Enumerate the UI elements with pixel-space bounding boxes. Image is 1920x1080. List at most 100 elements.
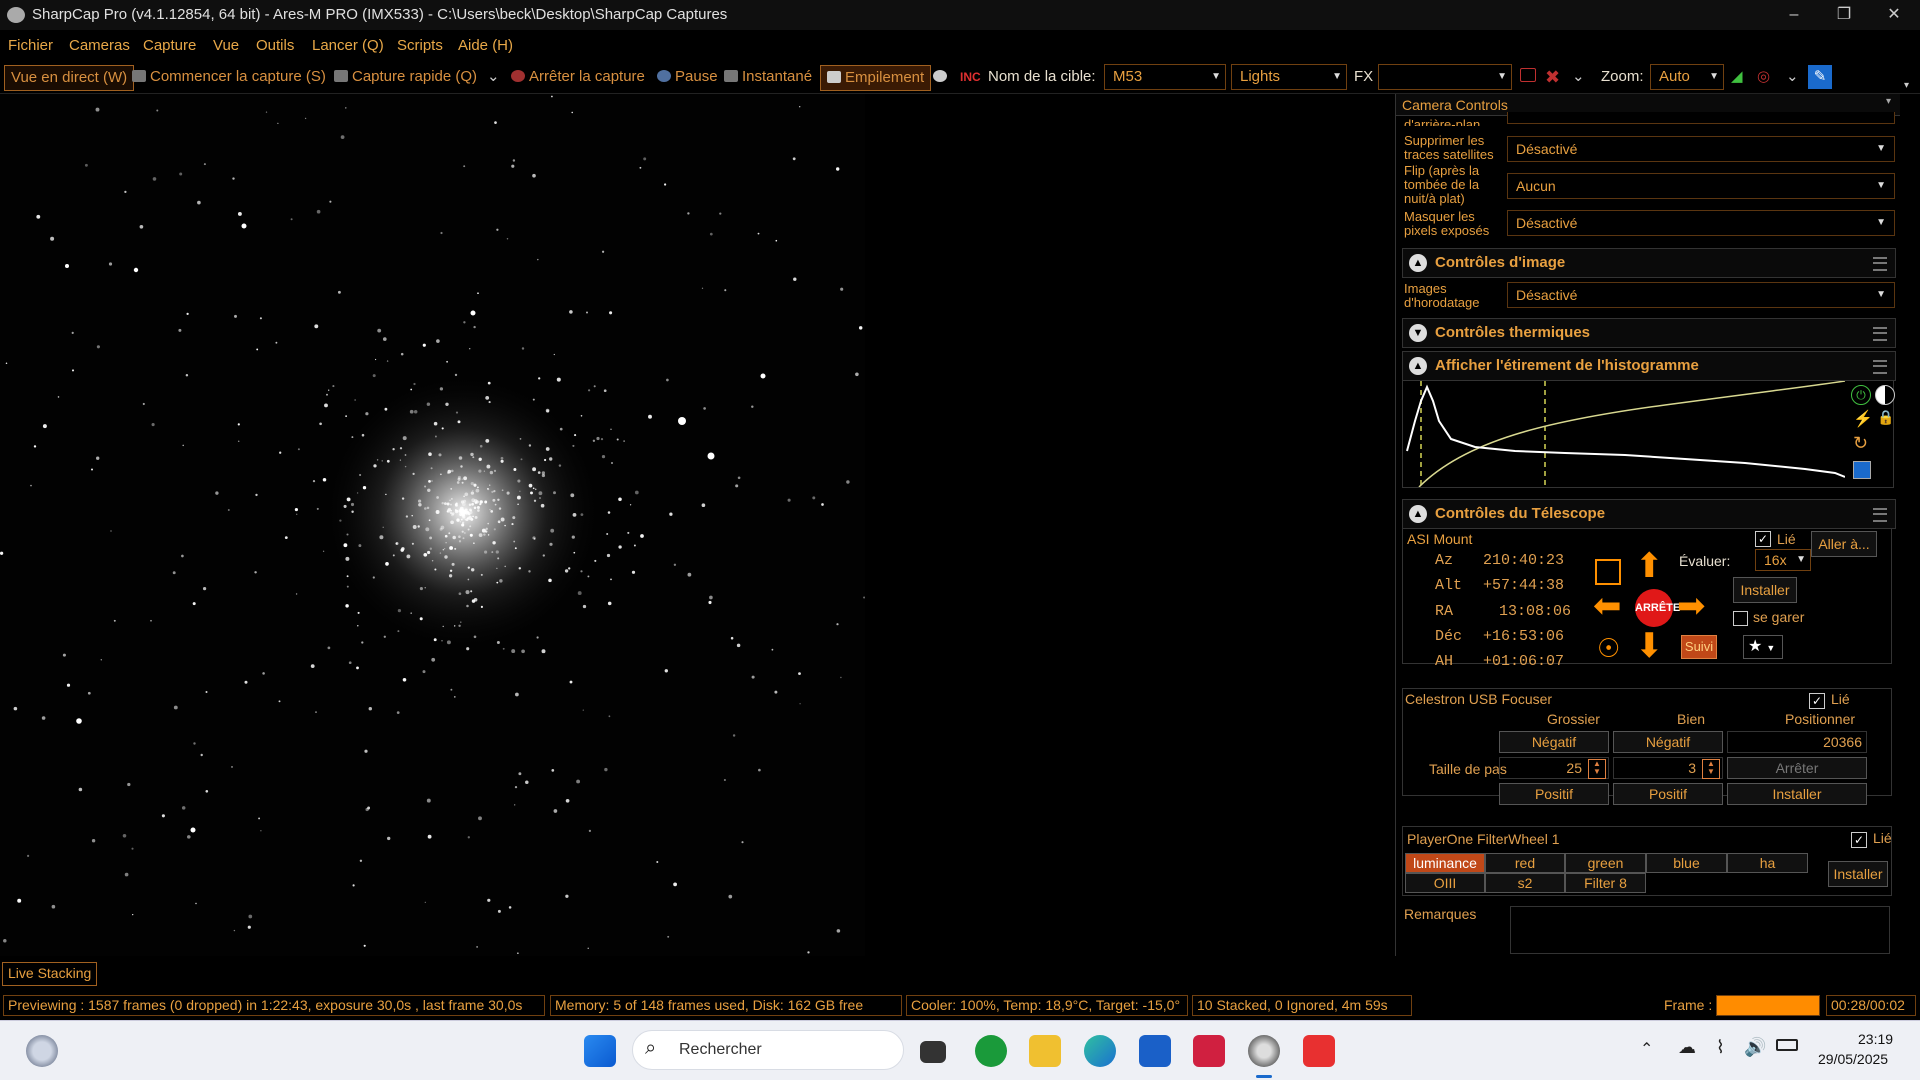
no-target-icon[interactable]: INC xyxy=(960,65,981,89)
zoom-dropdown[interactable]: Auto ▼ xyxy=(1650,64,1724,90)
menu-vue[interactable]: Vue xyxy=(213,37,239,54)
app-red-icon[interactable] xyxy=(1193,1035,1225,1067)
network-off-icon[interactable]: ☁ xyxy=(1678,1037,1696,1058)
quick-capture-button[interactable]: Capture rapide (Q) xyxy=(334,65,477,89)
reticle-icon[interactable] xyxy=(1520,65,1536,89)
clock-date[interactable]: 29/05/2025 xyxy=(1818,1051,1888,1067)
menu-capture[interactable]: Capture xyxy=(143,37,196,54)
menu-cameras[interactable]: Cameras xyxy=(69,37,130,54)
sphere-icon[interactable] xyxy=(933,65,951,89)
start-icon[interactable] xyxy=(584,1035,616,1067)
sharpcap-taskbar-icon[interactable] xyxy=(1248,1035,1280,1067)
position-field[interactable]: 20366 xyxy=(1727,731,1867,753)
menu-scripts[interactable]: Scripts xyxy=(397,37,443,54)
timestamp-select[interactable]: Désactivé ▼ xyxy=(1507,282,1895,308)
target-dropdown-icon[interactable]: ⌄ xyxy=(1786,65,1799,89)
filter-s2[interactable]: s2 xyxy=(1485,873,1565,893)
pen-icon[interactable]: ✎ xyxy=(1808,65,1832,89)
collapse-icon[interactable]: ▲ xyxy=(1409,357,1427,375)
edge-icon[interactable] xyxy=(1084,1035,1116,1067)
histogram-power-icon[interactable]: ⏻ xyxy=(1851,385,1871,405)
mount-linked-checkbox[interactable]: ✓ xyxy=(1755,531,1771,547)
crosshair-icon[interactable]: ✖ xyxy=(1545,65,1560,89)
pause-button[interactable]: Pause xyxy=(657,65,718,89)
filter-luminance[interactable]: luminance xyxy=(1405,853,1485,873)
app-green-icon[interactable] xyxy=(975,1035,1007,1067)
spinner-icon[interactable]: ▲ ▼ xyxy=(1702,759,1720,779)
live-stacking-tab[interactable]: Live Stacking xyxy=(2,962,98,986)
partial-row-select[interactable] xyxy=(1507,112,1895,124)
start-capture-button[interactable]: Commencer la capture (S) xyxy=(132,65,326,89)
goto-button[interactable]: Aller à... xyxy=(1811,531,1877,557)
satellite-trails-select[interactable]: Désactivé ▼ xyxy=(1507,136,1895,162)
toolbar-overflow-icon[interactable]: ▾ xyxy=(1904,74,1909,98)
focuser-linked-checkbox[interactable]: ✓ xyxy=(1809,693,1825,709)
star-dropdown-icon[interactable]: ★ ▼ xyxy=(1743,635,1783,659)
stop-mount-button[interactable]: ARRÊTE xyxy=(1635,589,1680,627)
filter-blue[interactable]: blue xyxy=(1646,853,1727,873)
coarse-step-input[interactable]: 25 ▲ ▼ xyxy=(1499,757,1609,779)
search-box[interactable]: ⌕ Rechercher xyxy=(632,1030,904,1070)
coarse-negative-button[interactable]: Négatif xyxy=(1499,731,1609,753)
tracking-button[interactable]: Suivi xyxy=(1681,635,1717,659)
histogram-icon[interactable]: ◢ xyxy=(1731,65,1743,89)
coarse-positive-button[interactable]: Positif xyxy=(1499,783,1609,805)
menu-outils[interactable]: Outils xyxy=(256,37,294,54)
clock-time[interactable]: 23:19 xyxy=(1858,1031,1893,1047)
live-image-view[interactable] xyxy=(0,94,865,956)
menu-fichier[interactable]: Fichier xyxy=(8,37,53,54)
lock-icon[interactable]: 🔒 xyxy=(1877,409,1894,426)
menu-icon[interactable] xyxy=(1873,360,1887,374)
expand-icon[interactable]: ▼ xyxy=(1409,324,1427,342)
minimize-icon[interactable]: – xyxy=(1770,0,1818,30)
live-view-button[interactable]: Vue en direct (W) xyxy=(4,65,135,91)
focuser-stop-button[interactable]: Arrêter xyxy=(1727,757,1867,779)
reset-icon[interactable]: ↻ xyxy=(1853,433,1868,454)
task-view-icon[interactable] xyxy=(920,1041,946,1063)
menu-icon[interactable] xyxy=(1873,257,1887,271)
snapshot-button[interactable]: Instantané xyxy=(724,65,812,89)
arrow-up-icon[interactable]: ⬆ xyxy=(1635,549,1664,583)
rate-dropdown[interactable]: 16x ▼ xyxy=(1755,549,1811,571)
store-icon[interactable] xyxy=(1139,1035,1171,1067)
fx-dropdown[interactable]: ▼ xyxy=(1378,64,1512,90)
volume-icon[interactable]: 🔊 xyxy=(1744,1037,1766,1058)
filter-ha[interactable]: ha xyxy=(1727,853,1808,873)
telescope-header[interactable]: ▲ Contrôles du Télescope xyxy=(1402,499,1896,529)
arrow-left-icon[interactable]: ⬅ xyxy=(1593,589,1622,623)
show-hidden-icons[interactable]: ⌃ xyxy=(1640,1039,1653,1059)
menu-icon[interactable] xyxy=(1873,327,1887,341)
save-icon[interactable] xyxy=(1853,461,1871,479)
filter-oiii[interactable]: OIII xyxy=(1405,873,1485,893)
spinner-icon[interactable]: ▲ ▼ xyxy=(1588,759,1606,779)
collapse-icon[interactable]: ▲ xyxy=(1409,254,1427,272)
filter-green[interactable]: green xyxy=(1565,853,1646,873)
menu-lancer[interactable]: Lancer (Q) xyxy=(312,37,384,54)
stop-capture-button[interactable]: Arrêter la capture xyxy=(511,65,645,89)
menu-icon[interactable] xyxy=(1873,508,1887,522)
filterwheel-setup-button[interactable]: Installer xyxy=(1828,861,1888,887)
mask-exposed-select[interactable]: Désactivé ▼ xyxy=(1507,210,1895,236)
menu-aide[interactable]: Aide (H) xyxy=(458,37,513,54)
fine-negative-button[interactable]: Négatif xyxy=(1613,731,1723,753)
contrast-icon[interactable] xyxy=(1875,385,1895,405)
fine-positive-button[interactable]: Positif xyxy=(1613,783,1723,805)
close-icon[interactable]: ✕ xyxy=(1870,0,1918,30)
filterwheel-linked-checkbox[interactable]: ✓ xyxy=(1851,832,1867,848)
stacking-button[interactable]: Empilement xyxy=(820,65,932,91)
quick-capture-dropdown-icon[interactable]: ⌄ xyxy=(487,65,500,89)
anydesk-icon[interactable] xyxy=(1303,1035,1335,1067)
arrow-down-icon[interactable]: ⬇ xyxy=(1635,629,1664,663)
file-explorer-icon[interactable] xyxy=(1029,1035,1061,1067)
collapse-icon[interactable]: ▲ xyxy=(1409,505,1427,523)
notes-textarea[interactable] xyxy=(1510,906,1890,954)
filter-8[interactable]: Filter 8 xyxy=(1565,873,1646,893)
maximize-icon[interactable]: ❐ xyxy=(1820,0,1868,30)
histogram-box[interactable]: ⏻ ⚡ 🔒 ↻ xyxy=(1402,380,1895,488)
target-icon[interactable]: ◎ xyxy=(1757,65,1770,89)
panel-dropdown-icon[interactable]: ▾ xyxy=(1886,96,1891,107)
image-controls-header[interactable]: ▲ Contrôles d'image xyxy=(1402,248,1896,278)
park-checkbox[interactable] xyxy=(1733,611,1748,626)
fine-step-input[interactable]: 3 ▲ ▼ xyxy=(1613,757,1723,779)
target-name-dropdown[interactable]: M53 ▼ xyxy=(1104,64,1226,90)
